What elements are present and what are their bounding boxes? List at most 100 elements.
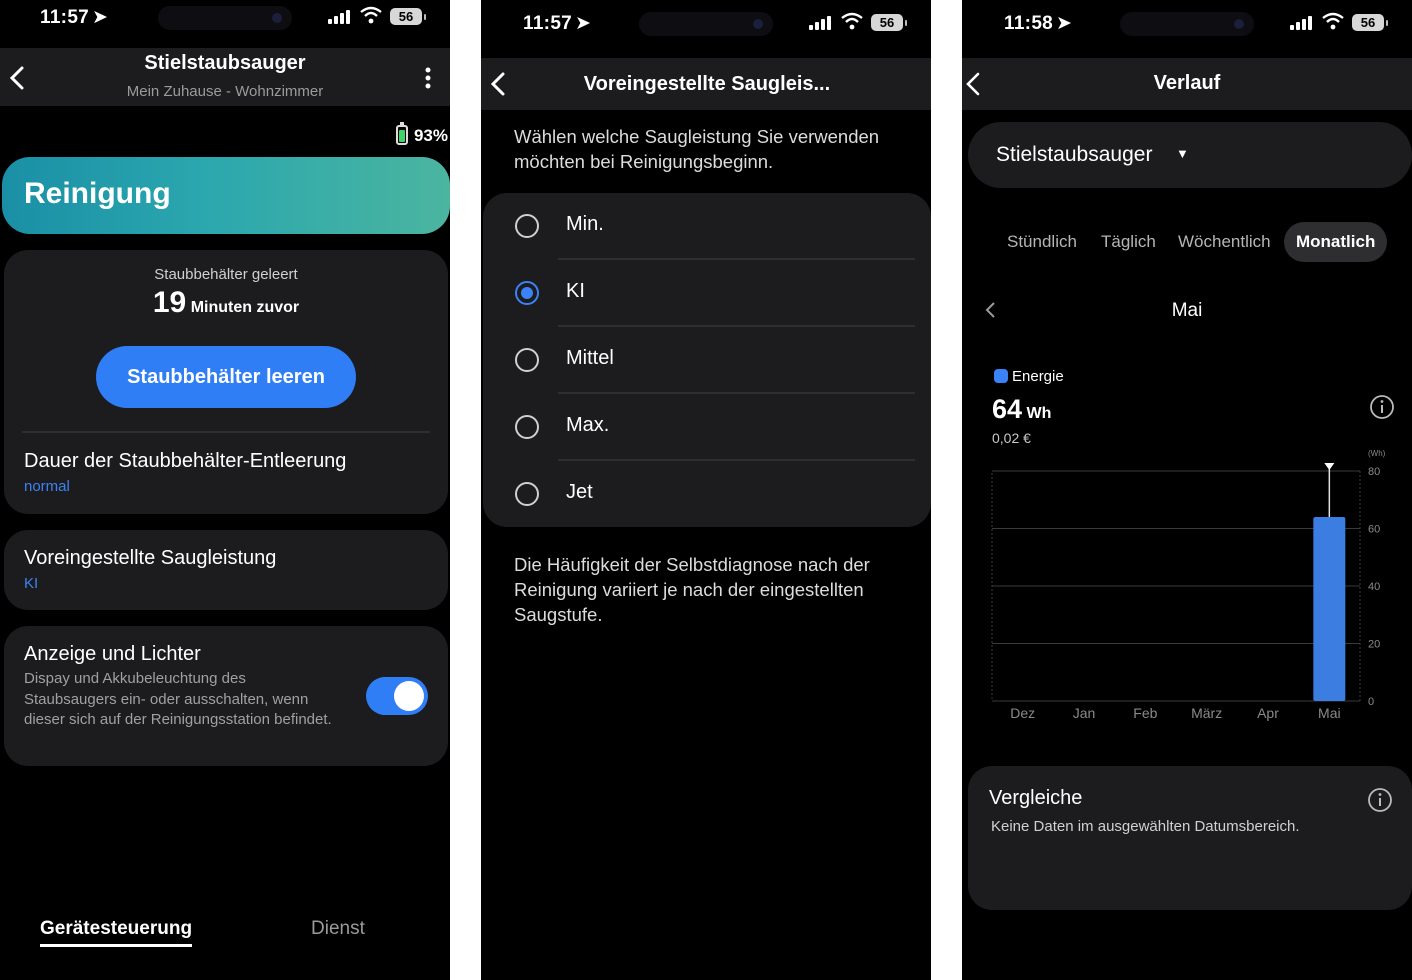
intro-text: Wählen welche Saugleistung Sie verwenden… [514, 126, 880, 172]
suction-setting-title: Voreingestellte Saugleistung [24, 547, 277, 569]
phone-battery-badge: 56 [1352, 14, 1388, 31]
dynamic-island [1120, 12, 1254, 36]
suction-option-label: Max. [566, 414, 610, 436]
status-time: 11:57 ➤ [40, 7, 109, 28]
page-title: Stielstaubsauger [144, 52, 306, 74]
x-tick-label: März [1191, 705, 1222, 721]
suction-option-label: KI [566, 280, 585, 302]
header: Stielstaubsauger Mein Zuhause - Wohnzimm… [0, 48, 450, 106]
suction-option[interactable]: Mittel [483, 327, 931, 394]
tab-hourly[interactable]: Stündlich [1007, 232, 1077, 252]
cleaning-status-card[interactable]: Reinigung [2, 157, 450, 234]
status-time: 11:58 ➤ [1004, 13, 1073, 34]
footnote-text: Die Häufigkeit der Selbstdiagnose nach d… [514, 554, 870, 625]
dust-emptied-time: 19 Minuten zuvor [152, 286, 300, 319]
status-time: 11:57 ➤ [523, 13, 592, 34]
tab-weekly[interactable]: Wöchentlich [1178, 232, 1271, 252]
signal-icon [328, 10, 352, 24]
more-menu-icon[interactable] [418, 66, 438, 92]
screen-device-control: 11:57 ➤ 56 Stielstaubsauger Mein Zuhause … [0, 0, 450, 980]
suction-option-label: Jet [566, 481, 593, 503]
wifi-icon [841, 12, 863, 30]
tab-daily[interactable]: Täglich [1101, 232, 1156, 252]
x-tick-label: Dez [1010, 705, 1035, 721]
suction-option[interactable]: Max. [483, 394, 931, 461]
device-dropdown[interactable]: Stielstaubsauger ▼ [968, 122, 1412, 188]
suction-option[interactable]: Jet [483, 461, 931, 528]
info-icon[interactable] [1368, 393, 1396, 421]
display-lights-toggle[interactable] [366, 677, 428, 715]
duration-setting-title[interactable]: Dauer der Staubbehälter-Entleerung [24, 450, 346, 473]
suction-option-label: Mittel [566, 347, 614, 369]
device-dropdown-value: Stielstaubsauger [996, 143, 1153, 166]
energy-total: 64 Wh [992, 394, 1052, 424]
dynamic-island [158, 6, 292, 30]
location-arrow-icon: ➤ [575, 13, 592, 34]
tab-device-control[interactable]: Gerätesteuerung [40, 918, 193, 947]
page-title: Voreingestellte Saugleis... [583, 73, 831, 95]
tab-monthly[interactable]: Monatlich [1284, 222, 1388, 262]
radio-button[interactable] [515, 482, 539, 506]
x-tick-label: Jan [1073, 705, 1096, 721]
screen-suction-preset: 11:57 ➤ 56 Voreingestellte Saugleis... Wä… [481, 0, 931, 980]
y-tick-label: 80 [1368, 466, 1380, 478]
y-tick-label: 20 [1368, 639, 1380, 651]
y-tick-label: 40 [1368, 581, 1380, 593]
display-lights-title: Anzeige und Lichter [24, 643, 201, 665]
dropdown-caret-icon: ▼ [1176, 146, 1189, 161]
radio-button[interactable] [515, 281, 539, 305]
compare-title: Vergleiche [989, 787, 1083, 809]
dynamic-island [639, 12, 773, 36]
signal-icon [809, 16, 833, 30]
info-icon[interactable] [1366, 786, 1394, 814]
x-tick-label: Feb [1133, 705, 1157, 721]
y-axis-unit: (Wh) [1368, 449, 1386, 458]
tab-service[interactable]: Dienst [311, 918, 365, 940]
data-bar [1313, 517, 1346, 701]
status-bar: 11:58 ➤ 56 [962, 0, 1412, 44]
battery-icon [395, 122, 408, 145]
legend-label: Energie [1012, 368, 1064, 385]
status-bar: 11:57 ➤ 56 [481, 0, 931, 44]
empty-dust-bin-button[interactable]: Staubbehälter leeren [96, 346, 356, 408]
dust-emptied-label: Staubbehälter geleert [154, 266, 298, 283]
compare-text: Keine Daten im ausgewählten Datumsbereic… [991, 818, 1300, 835]
suction-option[interactable]: Min. [483, 193, 931, 260]
x-tick-label: Mai [1318, 705, 1341, 721]
page-title: Verlauf [1153, 72, 1221, 94]
radio-button[interactable] [515, 348, 539, 372]
cleaning-status-label: Reinigung [24, 177, 171, 210]
display-lights-description: Dispay und Akkubeleuchtung des Staubsaug… [24, 670, 332, 728]
wifi-icon [360, 6, 382, 24]
y-tick-label: 0 [1368, 696, 1374, 708]
chart-legend: Energie [994, 368, 1064, 385]
header: Verlauf [962, 58, 1412, 110]
x-tick-label: Apr [1257, 705, 1279, 721]
selection-marker-icon [1324, 463, 1335, 470]
device-battery: 93% [395, 122, 448, 146]
energy-bolt-icon [994, 369, 1008, 383]
status-bar: 11:57 ➤ 56 [0, 0, 450, 44]
phone-battery-badge: 56 [390, 8, 426, 25]
phone-battery-badge: 56 [871, 14, 907, 31]
suction-option[interactable]: KI [483, 260, 931, 327]
duration-setting-value: normal [24, 478, 70, 495]
header: Voreingestellte Saugleis... [481, 58, 931, 110]
wifi-icon [1322, 12, 1344, 30]
suction-option-label: Min. [566, 213, 604, 235]
y-tick-label: 60 [1368, 524, 1380, 536]
compare-card: Vergleiche Keine Daten im ausgewählten D… [968, 766, 1412, 910]
toggle-knob [394, 681, 424, 711]
page-subtitle: Mein Zuhause - Wohnzimmer [126, 83, 324, 100]
energy-cost: 0,02 € [992, 430, 1031, 446]
suction-options-card: Min. KI Mittel Max. Jet [483, 193, 931, 527]
screen-history: 11:58 ➤ 56 Verlauf Stielstaubsauger ▼ Stü… [962, 0, 1412, 980]
radio-button[interactable] [515, 214, 539, 238]
suction-setting-value: KI [24, 575, 39, 592]
location-arrow-icon: ➤ [92, 7, 109, 28]
signal-icon [1290, 16, 1314, 30]
radio-button[interactable] [515, 415, 539, 439]
divider [22, 431, 430, 433]
suction-setting-row[interactable]: Voreingestellte Saugleistung KI [4, 530, 448, 610]
period-label: Mai [1171, 300, 1203, 321]
